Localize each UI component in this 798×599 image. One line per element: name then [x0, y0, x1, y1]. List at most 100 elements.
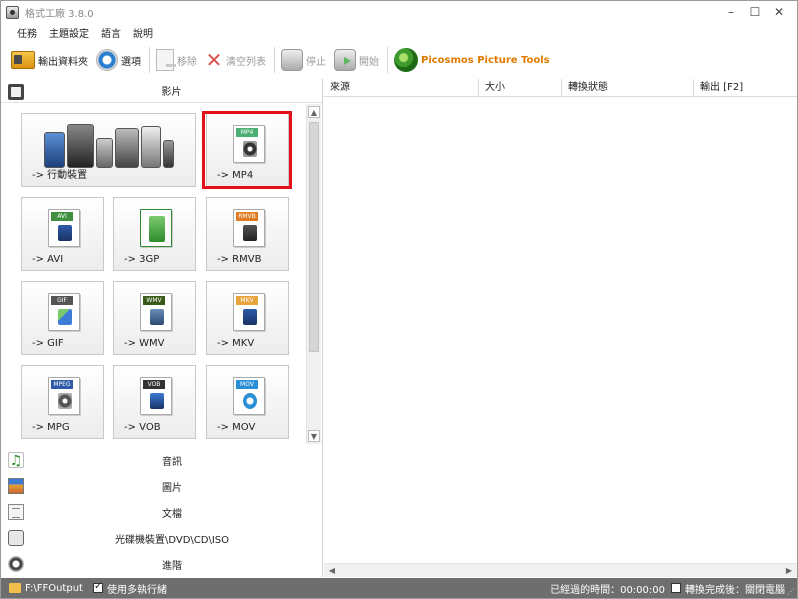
format-tile-label: -> AVI [32, 254, 64, 265]
format-tile-mkv[interactable]: MKV -> MKV [206, 281, 289, 355]
picosmos-globe-icon [394, 48, 418, 72]
title-bar: 格式工廠 3.8.0 – ☐ ✕ [1, 1, 797, 23]
options-label: 選項 [121, 56, 141, 68]
column-size[interactable]: 大小 [479, 79, 562, 97]
start-button[interactable]: 開始 [334, 45, 379, 75]
category-disc[interactable]: 光碟機裝置\DVD\CD\ISO [1, 525, 323, 551]
output-folder-button[interactable]: 輸出資料夾 [11, 45, 88, 75]
format-tile-label: -> RMVB [217, 254, 262, 265]
menu-help[interactable]: 說明 [133, 25, 153, 40]
scroll-up-icon[interactable]: ▲ [308, 106, 320, 118]
picosmos-button[interactable]: Picosmos Picture Tools [394, 45, 550, 75]
app-window: 格式工廠 3.8.0 – ☐ ✕ 任務 主題設定 語言 說明 輸出資料夾 選項 … [0, 0, 798, 599]
category-audio[interactable]: ♫ 音訊 [1, 447, 323, 473]
folder-icon [11, 51, 35, 69]
options-button[interactable]: 選項 [96, 45, 141, 75]
format-tile-label: -> MKV [217, 338, 255, 349]
music-note-icon: ♫ [8, 452, 24, 469]
remove-label: 移除 [177, 56, 197, 68]
output-folder-label: 輸出資料夾 [38, 56, 88, 68]
output-folder-icon [9, 583, 21, 593]
category-document[interactable]: 文檔 [1, 499, 323, 525]
format-tile-label: -> MPG [32, 422, 70, 433]
task-list-header: 來源 大小 轉換狀態 輸出 [F2] [324, 79, 797, 97]
clear-list-button[interactable]: ✕ 清空列表 [205, 45, 266, 75]
format-tile-3gp[interactable]: -> 3GP [113, 197, 196, 271]
output-path[interactable]: F:\FFOutput [25, 583, 83, 594]
mobile-devices-icon [44, 122, 176, 168]
category-video-label: 影片 [161, 87, 182, 98]
menu-language[interactable]: 語言 [101, 25, 121, 40]
elapsed-time: 已經過的時間：00:00:00 [550, 584, 665, 596]
column-output[interactable]: 輸出 [F2] [694, 79, 797, 97]
category-picture[interactable]: 圖片 [1, 473, 323, 499]
category-advanced[interactable]: 進階 [1, 551, 323, 577]
format-tile-wmv[interactable]: WMV -> WMV [113, 281, 196, 355]
avi-badge-text: AVI [51, 212, 73, 221]
status-bar: F:\FFOutput 使用多執行緒 已經過的時間：00:00:00 轉換完成後… [1, 578, 797, 598]
scroll-thumb[interactable] [309, 122, 319, 352]
app-icon [6, 5, 19, 19]
task-list-panel: 來源 大小 轉換狀態 輸出 [F2] ◀ ▶ [324, 79, 797, 577]
stop-label: 停止 [306, 56, 326, 68]
scroll-left-icon[interactable]: ◀ [326, 565, 338, 577]
avi-file-icon: AVI [48, 209, 80, 247]
category-video[interactable]: 影片 [1, 79, 322, 103]
column-source[interactable]: 來源 [324, 79, 479, 97]
multithread-checkbox[interactable] [92, 581, 103, 593]
mpg-file-icon: MPEG [48, 377, 80, 415]
scroll-down-icon[interactable]: ▼ [308, 430, 320, 442]
picture-icon [8, 478, 24, 494]
category-picture-label: 圖片 [162, 482, 182, 494]
format-tile-label: -> VOB [124, 422, 161, 433]
toolbar-separator [274, 47, 275, 73]
resize-grip-icon[interactable]: ⋰ [787, 587, 795, 596]
format-tile-label: -> 行動裝置 [32, 170, 88, 181]
format-scrollbar[interactable]: ▲ ▼ [306, 104, 321, 444]
column-status[interactable]: 轉換狀態 [562, 79, 694, 97]
remove-button[interactable]: 移除 [156, 45, 197, 75]
format-tile-label: -> WMV [124, 338, 165, 349]
menu-task[interactable]: 任務 [17, 25, 37, 40]
close-button[interactable]: ✕ [767, 3, 791, 21]
advanced-gear-icon [8, 556, 24, 572]
maximize-button[interactable]: ☐ [743, 3, 767, 21]
rmvb-badge-text: RMVB [236, 212, 258, 221]
after-convert-label[interactable]: 轉換完成後：關閉電腦 [685, 581, 785, 596]
vob-badge-text: VOB [143, 380, 165, 389]
format-tile-mpg[interactable]: MPEG -> MPG [21, 365, 104, 439]
play-icon [334, 49, 356, 71]
document-icon [8, 504, 24, 520]
gif-badge-text: GIF [51, 296, 73, 305]
clear-x-icon: ✕ [205, 48, 223, 72]
3gp-file-icon [140, 209, 172, 247]
stop-button[interactable]: 停止 [281, 45, 326, 75]
format-tile-label: -> GIF [32, 338, 64, 349]
format-tile-avi[interactable]: AVI -> AVI [21, 197, 104, 271]
scroll-right-icon[interactable]: ▶ [783, 565, 795, 577]
format-tile-mobile[interactable]: -> 行動裝置 [21, 113, 196, 187]
selected-format-highlight [202, 111, 292, 189]
task-list-hscrollbar[interactable]: ◀ ▶ [324, 563, 797, 577]
format-tile-rmvb[interactable]: RMVB -> RMVB [206, 197, 289, 271]
format-tile-label: -> 3GP [124, 254, 160, 265]
format-tile-mov[interactable]: MOV -> MOV [206, 365, 289, 439]
format-tile-vob[interactable]: VOB -> VOB [113, 365, 196, 439]
mov-file-icon: MOV [233, 377, 265, 415]
toolbar: 輸出資料夾 選項 移除 ✕ 清空列表 停止 開始 Picosmos Pictur… [1, 41, 797, 79]
clear-list-label: 清空列表 [226, 56, 266, 68]
menu-bar: 任務 主題設定 語言 說明 [1, 23, 797, 41]
format-tile-gif[interactable]: GIF -> GIF [21, 281, 104, 355]
window-controls: – ☐ ✕ [719, 3, 791, 21]
after-convert-checkbox[interactable] [671, 583, 681, 593]
mkv-file-icon: MKV [233, 293, 265, 331]
menu-theme[interactable]: 主題設定 [49, 25, 89, 40]
minimize-button[interactable]: – [719, 3, 743, 21]
remove-doc-icon [156, 49, 176, 71]
film-icon [8, 84, 24, 100]
window-title: 格式工廠 3.8.0 [25, 8, 94, 20]
wmv-badge-text: WMV [143, 296, 165, 305]
start-label: 開始 [359, 56, 379, 68]
vob-file-icon: VOB [140, 377, 172, 415]
gif-file-icon: GIF [48, 293, 80, 331]
